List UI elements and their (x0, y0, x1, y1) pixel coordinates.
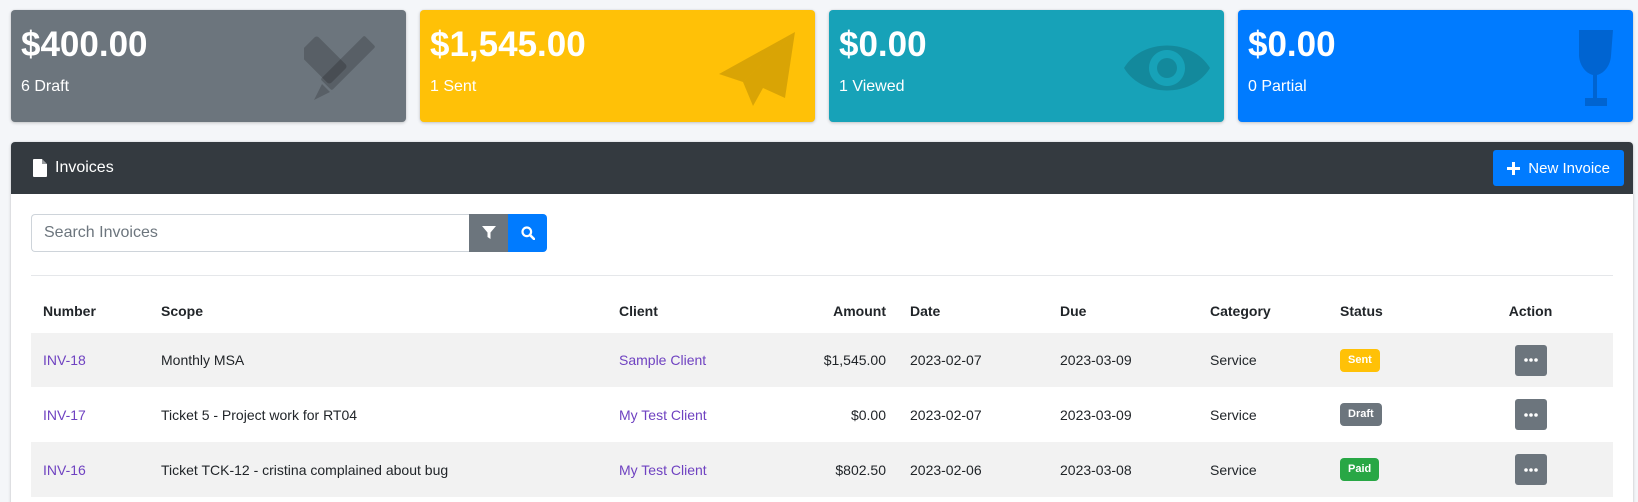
invoice-due: 2023-03-09 (1060, 406, 1132, 423)
table-row: INV-17 Ticket 5 - Project work for RT04 … (31, 387, 1613, 442)
header-number[interactable]: Number (31, 290, 149, 333)
search-button[interactable] (508, 214, 547, 252)
search-icon (520, 226, 535, 240)
invoice-category: Service (1210, 461, 1257, 478)
client-link[interactable]: Sample Client (619, 352, 706, 368)
ellipsis-icon (1523, 467, 1538, 472)
status-badge: Paid (1340, 458, 1380, 481)
header-client[interactable]: Client (607, 290, 762, 333)
header-status[interactable]: Status (1328, 290, 1448, 333)
invoice-scope: Ticket 5 - Project work for RT04 (161, 406, 358, 423)
search-bar (31, 214, 547, 252)
status-badge: Sent (1340, 348, 1380, 372)
invoices-panel: Invoices New Invoice Search Invoices Num… (11, 142, 1633, 502)
filter-button[interactable] (469, 214, 508, 252)
divider (31, 275, 1613, 276)
pencil-ruler-icon (304, 36, 375, 100)
panel-title: Invoices (55, 159, 114, 176)
header-action: Action (1448, 290, 1613, 333)
invoices-table: Number Scope Client Amount Date Due Cate… (31, 290, 1613, 497)
panel-header: Invoices New Invoice (11, 142, 1633, 194)
header-amount[interactable]: Amount (762, 290, 898, 333)
invoice-number-link[interactable]: INV-18 (43, 352, 86, 368)
sent-summary-card[interactable]: $1,545.00 1 Sent (420, 10, 815, 122)
row-action-button[interactable] (1514, 344, 1547, 376)
invoice-scope: Monthly MSA (161, 352, 245, 368)
invoice-date: 2023-02-07 (910, 352, 982, 368)
invoice-category: Service (1210, 352, 1257, 368)
summary-cards: $400.00 6 Draft $1,545.00 1 Sent $0.00 1… (11, 10, 1633, 122)
eye-icon (1124, 45, 1210, 91)
header-scope[interactable]: Scope (149, 290, 607, 333)
paper-plane-icon (719, 32, 795, 106)
ellipsis-icon (1523, 412, 1538, 417)
table-row: INV-18 Monthly MSA Sample Client $1,545.… (31, 332, 1613, 387)
invoice-due: 2023-03-08 (1060, 461, 1132, 478)
invoice-number-link[interactable]: INV-17 (43, 407, 86, 423)
invoice-category: Service (1210, 406, 1257, 423)
row-action-button[interactable] (1514, 399, 1547, 430)
draft-summary-card[interactable]: $400.00 6 Draft (11, 10, 406, 122)
filter-icon (481, 226, 496, 239)
invoice-due: 2023-03-09 (1060, 352, 1132, 368)
row-action-button[interactable] (1514, 454, 1547, 485)
wine-glass-icon (1579, 30, 1613, 106)
invoice-amount: $802.50 (835, 461, 886, 478)
new-invoice-label: New Invoice (1528, 159, 1610, 177)
plus-icon (1507, 161, 1521, 175)
invoice-date: 2023-02-07 (910, 406, 982, 423)
header-date[interactable]: Date (898, 290, 1048, 333)
header-due[interactable]: Due (1048, 290, 1198, 333)
client-link[interactable]: My Test Client (619, 407, 707, 423)
file-icon (33, 159, 47, 177)
status-badge: Draft (1340, 403, 1382, 426)
invoice-scope: Ticket TCK-12 - cristina complained abou… (161, 461, 449, 478)
table-row: INV-16 Ticket TCK-12 - cristina complain… (31, 442, 1613, 497)
invoice-amount: $1,545.00 (823, 352, 886, 368)
invoice-number-link[interactable]: INV-16 (43, 462, 86, 478)
ellipsis-icon (1523, 358, 1538, 362)
new-invoice-button[interactable]: New Invoice (1493, 150, 1624, 186)
viewed-summary-card[interactable]: $0.00 1 Viewed (829, 10, 1224, 122)
invoice-amount: $0.00 (850, 406, 886, 423)
header-category[interactable]: Category (1198, 290, 1328, 333)
client-link[interactable]: My Test Client (619, 462, 707, 478)
search-input[interactable] (31, 214, 469, 252)
table-header-row: Number Scope Client Amount Date Due Cate… (31, 290, 1613, 333)
partial-summary-card[interactable]: $0.00 0 Partial (1238, 10, 1633, 122)
invoice-date: 2023-02-06 (910, 461, 982, 478)
